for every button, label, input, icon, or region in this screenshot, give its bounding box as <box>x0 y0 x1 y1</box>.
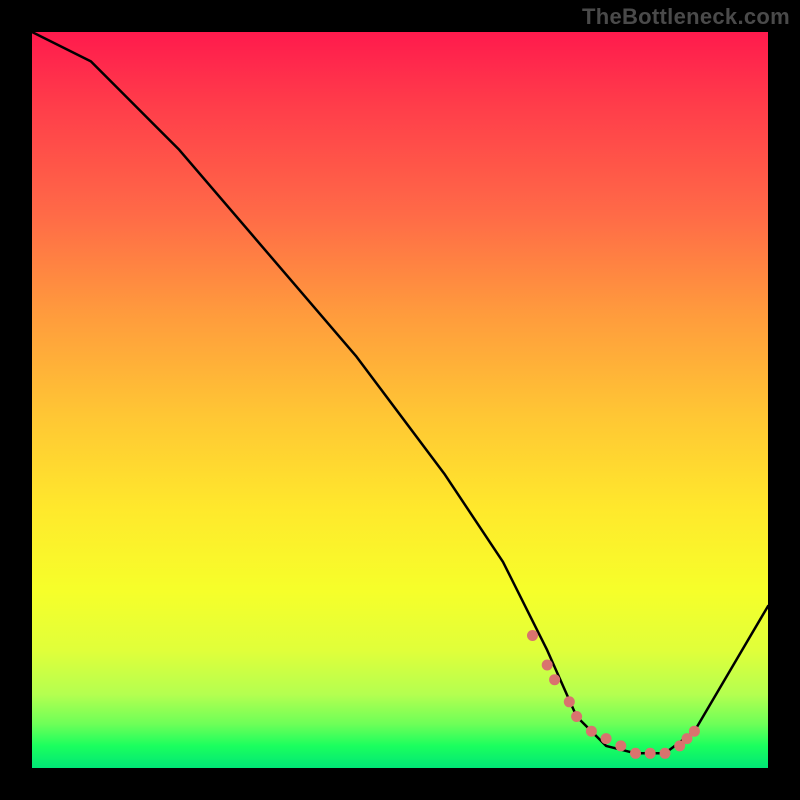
marker-dot <box>571 711 582 722</box>
marker-dot <box>689 726 700 737</box>
plot-area <box>32 32 768 768</box>
marker-dot <box>564 696 575 707</box>
marker-dot <box>630 748 641 759</box>
bottleneck-curve-svg <box>32 32 768 768</box>
optimal-range-markers <box>527 630 700 759</box>
marker-dot <box>542 660 553 671</box>
marker-dot <box>549 674 560 685</box>
marker-dot <box>615 740 626 751</box>
marker-dot <box>660 748 671 759</box>
watermark: TheBottleneck.com <box>582 4 790 30</box>
marker-dot <box>586 726 597 737</box>
bottleneck-curve <box>32 32 768 753</box>
marker-dot <box>645 748 656 759</box>
marker-dot <box>601 733 612 744</box>
chart-frame: TheBottleneck.com <box>0 0 800 800</box>
marker-dot <box>527 630 538 641</box>
